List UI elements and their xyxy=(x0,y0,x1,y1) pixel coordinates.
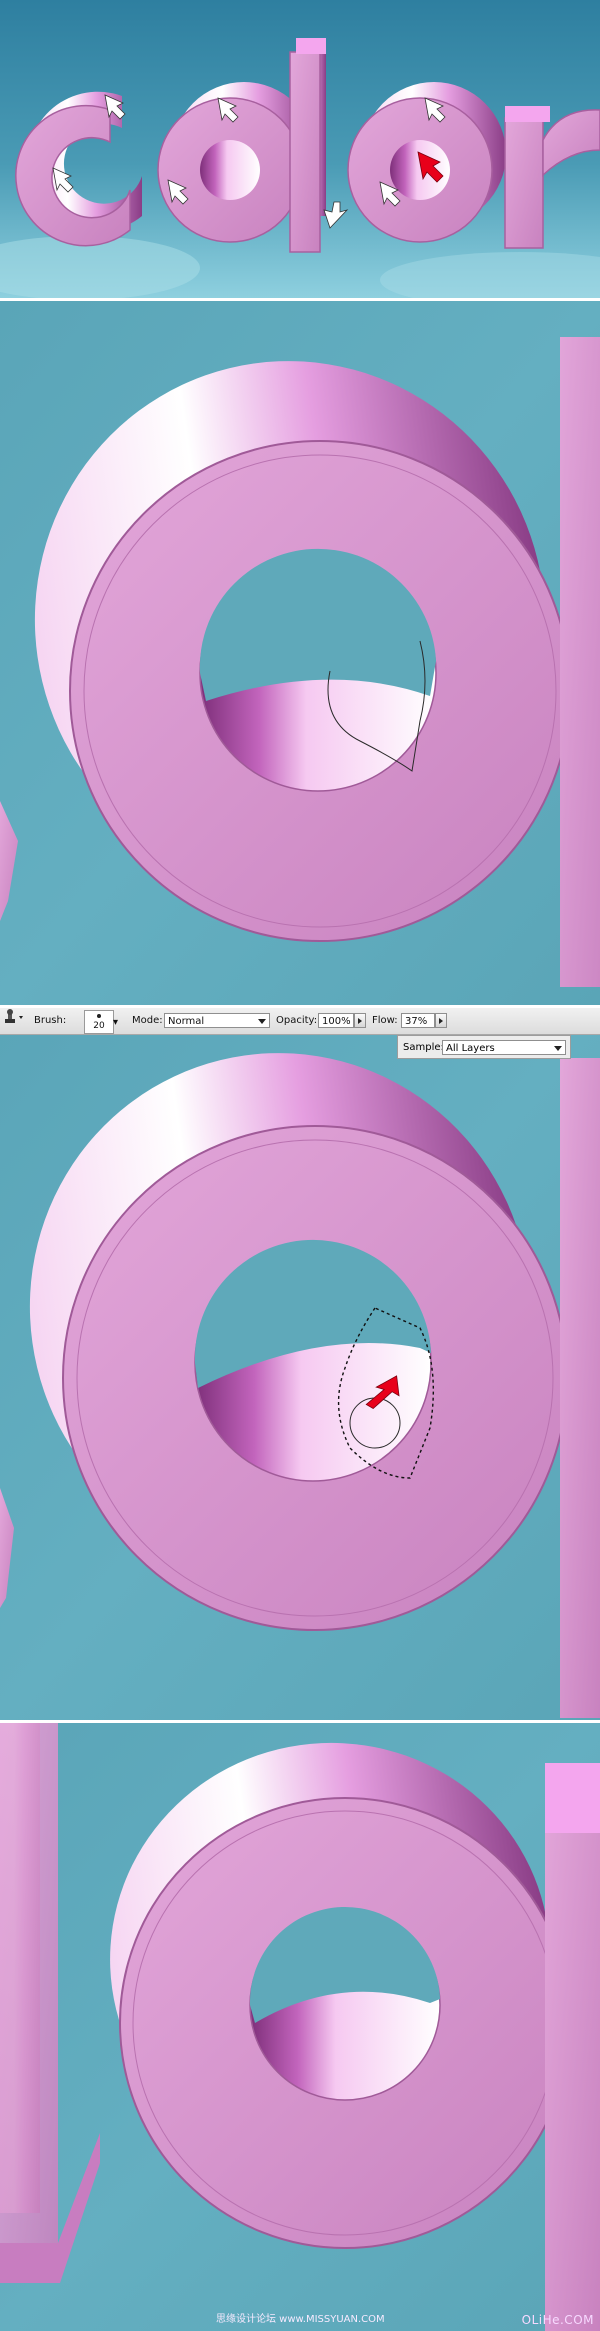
watermark-site: OLiHe.COM xyxy=(521,2313,594,2327)
brush-label: Brush: xyxy=(34,1015,67,1026)
clone-stamp-panel: Brush: 20 ▾ Mode: Normal Opacity: 100% F… xyxy=(0,1008,600,1720)
brush-dot-icon xyxy=(97,1014,101,1018)
opacity-value: 100% xyxy=(322,1016,351,1027)
flow-stepper[interactable] xyxy=(435,1013,447,1028)
result-art xyxy=(0,1723,600,2331)
dropdown-arrow-icon xyxy=(554,1046,562,1051)
sample-label: Sample: xyxy=(403,1042,444,1053)
brush-picker[interactable]: 20 xyxy=(84,1010,114,1034)
opacity-stepper[interactable] xyxy=(354,1013,366,1028)
clone-stamp-icon[interactable] xyxy=(0,1008,26,1026)
sample-options: Sample: All Layers xyxy=(397,1035,571,1059)
tool-options-bar: Brush: 20 ▾ Mode: Normal Opacity: 100% F… xyxy=(0,1008,600,1035)
mode-value: Normal xyxy=(168,1016,205,1027)
sample-value: All Layers xyxy=(446,1043,495,1054)
watermark-cn: 思缘设计论坛 www.MISSYUAN.COM xyxy=(216,2314,385,2325)
color-title-art xyxy=(0,0,600,298)
mode-label: Mode: xyxy=(132,1015,163,1026)
opacity-field[interactable]: 100% xyxy=(318,1013,354,1028)
sample-select[interactable]: All Layers xyxy=(442,1040,566,1055)
flow-field[interactable]: 37% xyxy=(401,1013,435,1028)
color-title-panel xyxy=(0,0,600,298)
opacity-label: Opacity: xyxy=(276,1015,318,1026)
dropdown-arrow-icon xyxy=(258,1019,266,1024)
zoom-o-art xyxy=(0,301,600,1005)
zoom-o-path-panel xyxy=(0,301,600,1005)
mode-select[interactable]: Normal xyxy=(164,1013,270,1028)
result-panel: 思缘设计论坛 www.MISSYUAN.COM OLiHe.COM xyxy=(0,1723,600,2331)
flow-value: 37% xyxy=(405,1016,428,1027)
flow-label: Flow: xyxy=(372,1015,398,1026)
zoom-o-selection-art xyxy=(0,1008,600,1720)
dropdown-arrow-icon[interactable]: ▾ xyxy=(113,1017,118,1028)
brush-size: 20 xyxy=(93,1021,105,1031)
